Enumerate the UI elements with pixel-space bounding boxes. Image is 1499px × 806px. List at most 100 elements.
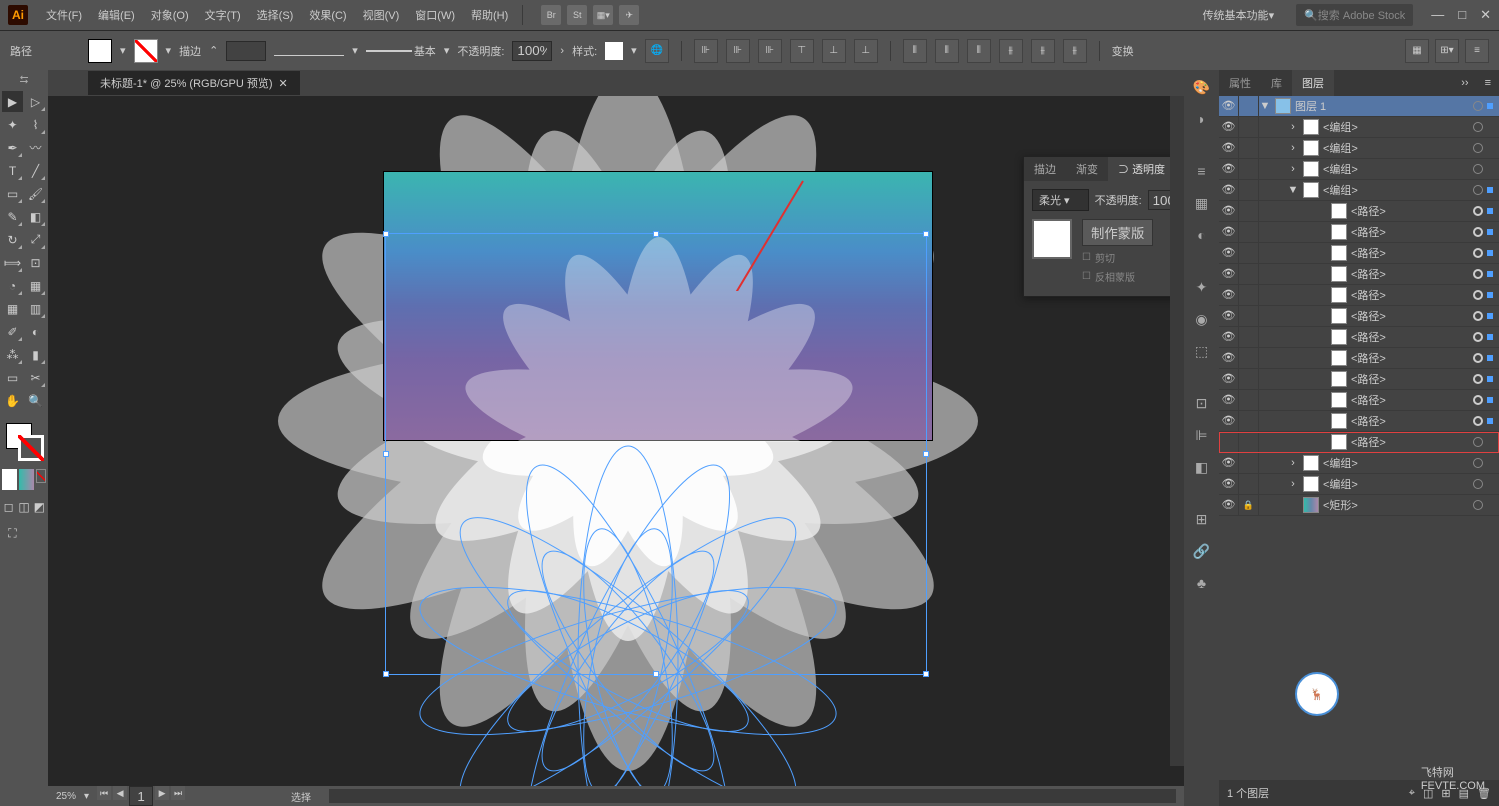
panel-tab-stroke[interactable]: 描边 xyxy=(1024,157,1066,181)
distribute-v1-icon[interactable]: ⫵ xyxy=(999,39,1023,63)
align-hcenter-icon[interactable]: ⊪ xyxy=(726,39,750,63)
target-icon[interactable] xyxy=(1473,416,1483,426)
menu-help[interactable]: 帮助(H) xyxy=(465,5,514,25)
chevron-down-icon[interactable]: ▾ xyxy=(166,44,172,57)
perspective-tool[interactable]: ▦ xyxy=(25,275,46,296)
layer-row[interactable]: 👁›<编组> xyxy=(1219,159,1499,180)
chevron-down-icon[interactable]: ▾ xyxy=(444,44,450,57)
layer-name[interactable]: <路径> xyxy=(1351,224,1469,240)
shape-builder-tool[interactable]: ◔ xyxy=(2,275,23,296)
target-icon[interactable] xyxy=(1473,458,1483,468)
layer-thumbnail[interactable] xyxy=(1303,161,1319,177)
shaper-tool[interactable]: ✎ xyxy=(2,206,23,227)
toolbar-collapse-icon[interactable]: ⮀ xyxy=(2,74,46,87)
lock-column[interactable] xyxy=(1239,306,1259,326)
panel-tab-gradient[interactable]: 渐变 xyxy=(1066,157,1108,181)
visibility-icon[interactable] xyxy=(1219,432,1239,452)
zoom-tool[interactable]: 🔍 xyxy=(25,390,46,411)
layer-thumbnail[interactable] xyxy=(1303,497,1319,513)
resize-handle[interactable] xyxy=(653,671,659,677)
transform-label[interactable]: 变换 xyxy=(1112,43,1134,59)
minimize-icon[interactable]: — xyxy=(1431,7,1444,23)
layer-name[interactable]: <矩形> xyxy=(1323,497,1469,513)
layer-name[interactable]: <路径> xyxy=(1351,392,1469,408)
visibility-icon[interactable]: 👁 xyxy=(1219,474,1239,494)
stroke-weight-decrement[interactable]: ⌃ xyxy=(209,44,218,57)
layer-thumbnail[interactable] xyxy=(1331,350,1347,366)
lock-column[interactable] xyxy=(1239,285,1259,305)
distribute-h1-icon[interactable]: ⫴ xyxy=(903,39,927,63)
align-right-icon[interactable]: ⊪ xyxy=(758,39,782,63)
target-icon[interactable] xyxy=(1473,164,1483,174)
layer-row[interactable]: 👁<路径> xyxy=(1219,243,1499,264)
arrange-icon[interactable]: ▦▾ xyxy=(593,5,613,25)
lock-column[interactable] xyxy=(1239,264,1259,284)
document-tab[interactable]: 未标题-1* @ 25% (RGB/GPU 预览) ✕ xyxy=(88,71,300,95)
graph-tool[interactable]: ▮ xyxy=(25,344,46,365)
lock-column[interactable] xyxy=(1239,201,1259,221)
brushes-icon[interactable]: ✦ xyxy=(1189,274,1215,300)
color-mode-solid[interactable] xyxy=(2,469,17,490)
target-icon[interactable] xyxy=(1473,269,1483,279)
lock-column[interactable] xyxy=(1239,96,1259,116)
lasso-tool[interactable]: ⌇ xyxy=(25,114,46,135)
artboard-tool[interactable]: ▭ xyxy=(2,367,23,388)
draw-mode-behind[interactable]: ◫ xyxy=(17,496,30,517)
fill-swatch[interactable] xyxy=(88,39,112,63)
variable-width-profile[interactable] xyxy=(274,46,344,56)
pen-tool[interactable]: ✒ xyxy=(2,137,23,158)
lock-column[interactable] xyxy=(1239,117,1259,137)
eyedropper-tool[interactable]: ✐ xyxy=(2,321,23,342)
menu-type[interactable]: 文字(T) xyxy=(199,5,247,25)
disclosure-arrow[interactable]: › xyxy=(1287,121,1299,133)
stroke-weight-input[interactable] xyxy=(226,41,266,61)
graphic-styles-icon[interactable]: ⬚ xyxy=(1189,338,1215,364)
layer-name[interactable]: <编组> xyxy=(1323,161,1469,177)
layer-thumbnail[interactable] xyxy=(1331,329,1347,345)
distribute-h2-icon[interactable]: ⫴ xyxy=(935,39,959,63)
layer-thumbnail[interactable] xyxy=(1331,392,1347,408)
layer-name[interactable]: <路径> xyxy=(1351,245,1469,261)
brush-definition[interactable]: 基本 xyxy=(366,43,436,59)
layer-thumbnail[interactable] xyxy=(1303,119,1319,135)
layer-row[interactable]: 👁›<编组> xyxy=(1219,138,1499,159)
layer-row[interactable]: 👁<路径> xyxy=(1219,222,1499,243)
visibility-icon[interactable]: 👁 xyxy=(1219,495,1239,515)
target-icon[interactable] xyxy=(1473,353,1483,363)
layer-row[interactable]: 👁<路径> xyxy=(1219,348,1499,369)
lock-column[interactable] xyxy=(1239,159,1259,179)
graphic-style-swatch[interactable] xyxy=(605,42,623,60)
layer-row[interactable]: 👁›<编组> xyxy=(1219,453,1499,474)
menu-edit[interactable]: 编辑(E) xyxy=(92,5,141,25)
visibility-icon[interactable]: 👁 xyxy=(1219,180,1239,200)
layer-name[interactable]: <编组> xyxy=(1323,455,1469,471)
layer-thumbnail[interactable] xyxy=(1331,413,1347,429)
blend-tool[interactable]: ◐ xyxy=(25,321,46,342)
visibility-icon[interactable]: 👁 xyxy=(1219,369,1239,389)
disclosure-arrow[interactable]: › xyxy=(1287,478,1299,490)
layer-row[interactable]: 👁›<编组> xyxy=(1219,117,1499,138)
layer-thumbnail[interactable] xyxy=(1303,476,1319,492)
draw-mode-inside[interactable]: ◩ xyxy=(33,496,46,517)
draw-mode-normal[interactable]: ◻ xyxy=(2,496,15,517)
bridge-icon[interactable]: Br xyxy=(541,5,561,25)
lock-column[interactable] xyxy=(1239,138,1259,158)
align-top-icon[interactable]: ⊤ xyxy=(790,39,814,63)
layer-name[interactable]: <编组> xyxy=(1323,140,1469,156)
menu-effect[interactable]: 效果(C) xyxy=(303,5,352,25)
layer-name[interactable]: <编组> xyxy=(1323,119,1469,135)
chevron-down-icon[interactable]: ▾ xyxy=(84,791,89,802)
distribute-v3-icon[interactable]: ⫵ xyxy=(1063,39,1087,63)
color-mode-gradient[interactable] xyxy=(19,469,34,490)
hand-tool[interactable]: ✋ xyxy=(2,390,23,411)
visibility-icon[interactable]: 👁 xyxy=(1219,390,1239,410)
width-tool[interactable]: ⟾ xyxy=(2,252,23,273)
rectangle-tool[interactable]: ▭ xyxy=(2,183,23,204)
panel-menu-icon[interactable]: ≡ xyxy=(1465,39,1489,63)
panel-tab-libraries[interactable]: 库 xyxy=(1261,70,1292,96)
resize-handle[interactable] xyxy=(923,231,929,237)
panel-tab-transparency[interactable]: ⊃ 透明度 xyxy=(1108,157,1175,181)
layer-row[interactable]: 👁🔒<矩形> xyxy=(1219,495,1499,516)
lock-column[interactable] xyxy=(1239,474,1259,494)
layer-thumbnail[interactable] xyxy=(1303,140,1319,156)
